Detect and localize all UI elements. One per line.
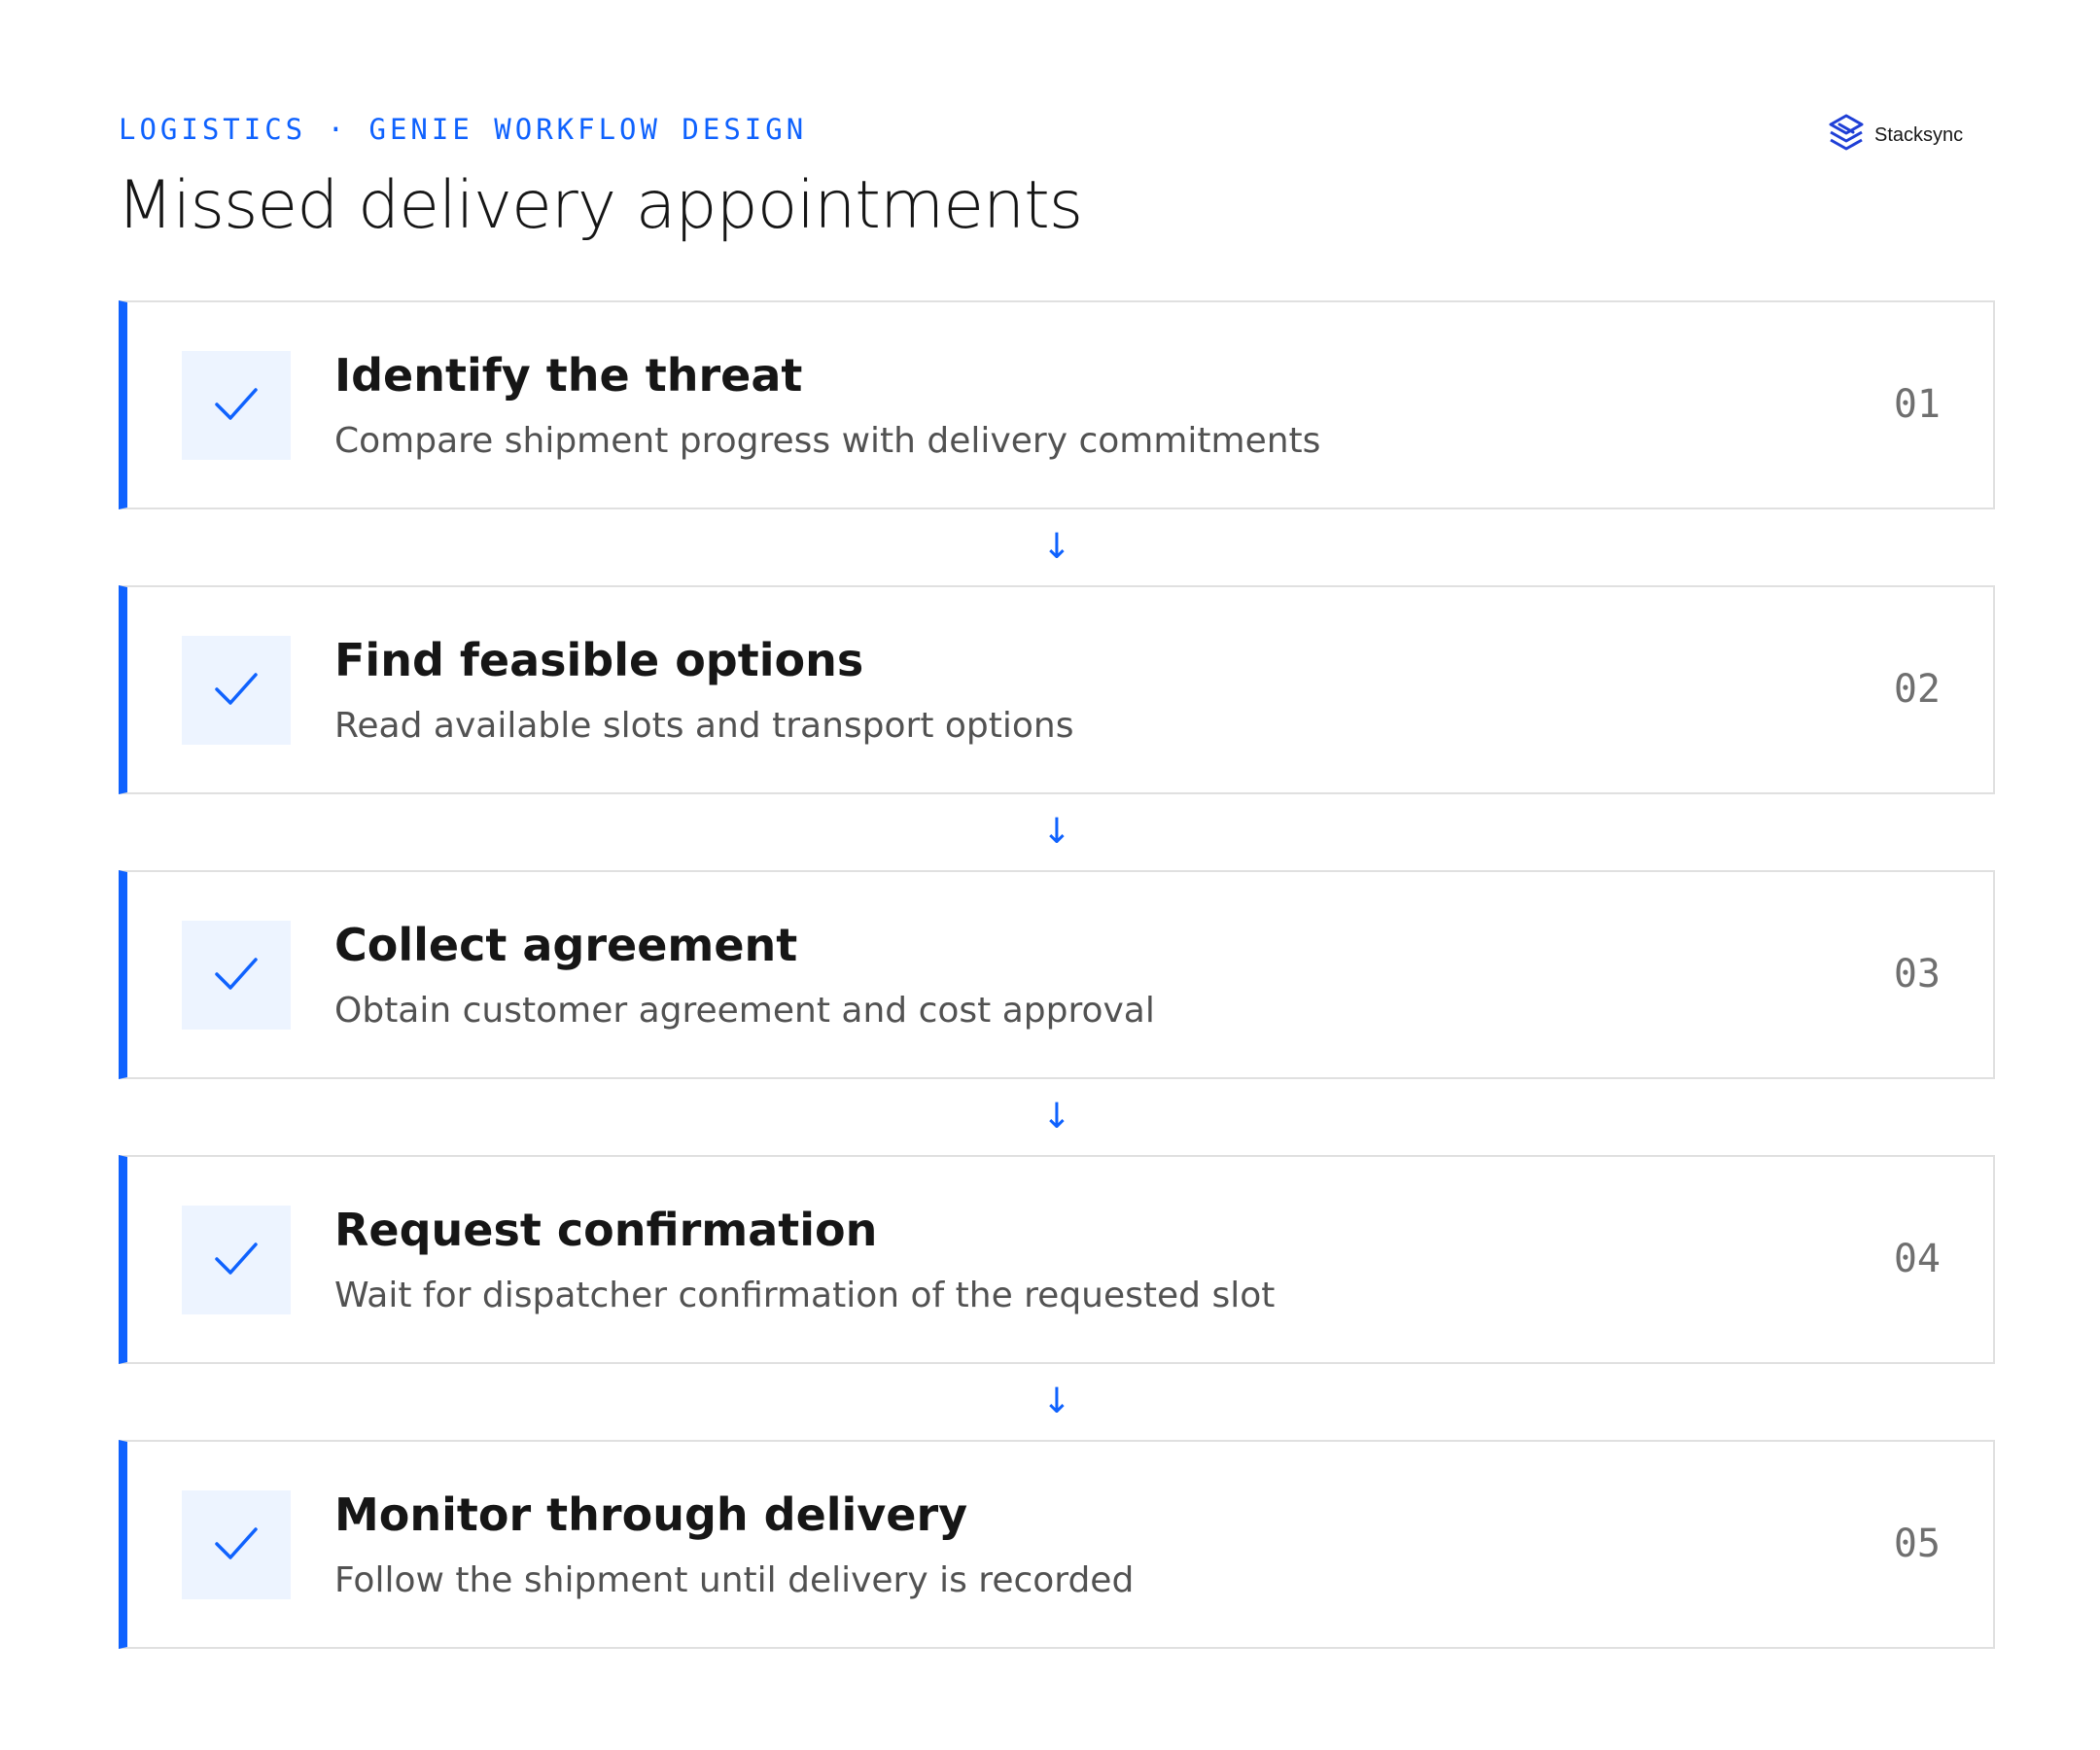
step-title: Identify the threat: [334, 349, 803, 402]
step-status: [182, 921, 291, 1030]
step-number: 02: [1893, 667, 1941, 712]
check-icon: [211, 1518, 262, 1572]
arrow-down-icon: ↓: [1041, 527, 1072, 567]
step-number: 01: [1893, 382, 1941, 427]
step-description: Read available slots and transport optio…: [334, 706, 1074, 746]
step-title: Monitor through delivery: [334, 1488, 968, 1541]
arrow-down-icon: ↓: [1041, 812, 1072, 852]
workflow-steps: Identify the threat Compare shipment prog…: [119, 300, 1995, 1649]
eyebrow-label: LOGISTICS · GENIE WORKFLOW DESIGN: [119, 113, 808, 146]
stacksync-logo-icon: [1826, 113, 1867, 158]
step-description: Compare shipment progress with delivery …: [334, 421, 1321, 461]
check-icon: [211, 378, 262, 433]
workflow-step: Collect agreement Obtain customer agreeme…: [119, 870, 1995, 1079]
step-description: Obtain customer agreement and cost appro…: [334, 991, 1155, 1031]
step-title: Find feasible options: [334, 634, 864, 686]
workflow-step: Find feasible options Read available slot…: [119, 585, 1995, 794]
brand-name: Stacksync: [1874, 123, 1964, 146]
check-icon: [211, 663, 262, 718]
step-connector: ↓: [119, 794, 1995, 870]
arrow-down-icon: ↓: [1041, 1382, 1072, 1421]
workflow-step: Request confirmation Wait for dispatcher …: [119, 1155, 1995, 1364]
step-status: [182, 636, 291, 745]
step-title: Collect agreement: [334, 919, 798, 971]
step-number: 04: [1893, 1237, 1941, 1281]
step-number: 05: [1893, 1522, 1941, 1566]
arrow-down-icon: ↓: [1041, 1097, 1072, 1137]
check-icon: [211, 948, 262, 1002]
workflow-step: Identify the threat Compare shipment prog…: [119, 300, 1995, 509]
step-status: [182, 1490, 291, 1599]
workflow-step: Monitor through delivery Follow the shipm…: [119, 1440, 1995, 1649]
step-description: Follow the shipment until delivery is re…: [334, 1560, 1135, 1600]
step-connector: ↓: [119, 1364, 1995, 1440]
step-number: 03: [1893, 952, 1941, 997]
step-status: [182, 1206, 291, 1314]
page-title: Missed delivery appointments: [117, 167, 1083, 244]
step-description: Wait for dispatcher confirmation of the …: [334, 1276, 1276, 1315]
step-title: Request confirmation: [334, 1204, 878, 1256]
step-connector: ↓: [119, 1079, 1995, 1155]
workflow-page: LOGISTICS · GENIE WORKFLOW DESIGN Missed…: [0, 0, 2100, 1750]
check-icon: [211, 1233, 262, 1287]
step-connector: ↓: [119, 509, 1995, 585]
brand-logo: Stacksync: [1826, 113, 1963, 158]
step-status: [182, 351, 291, 460]
